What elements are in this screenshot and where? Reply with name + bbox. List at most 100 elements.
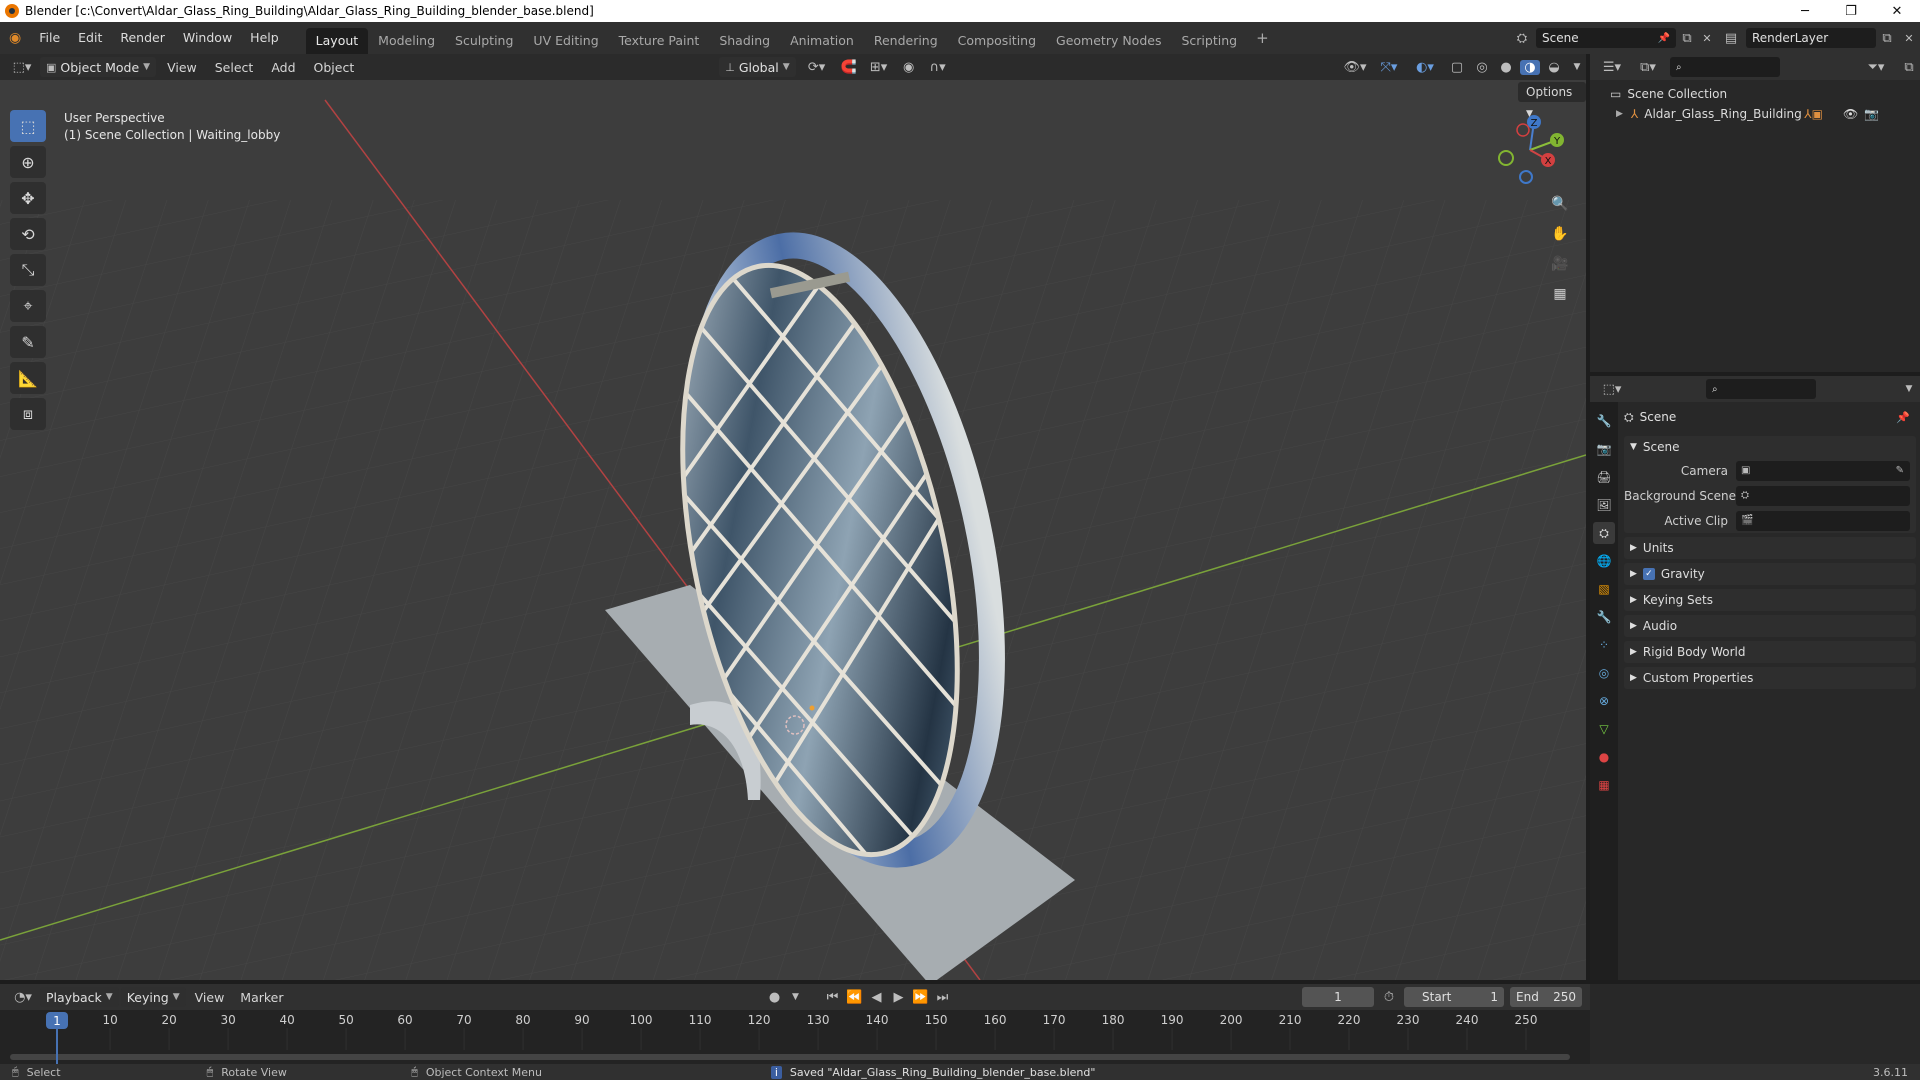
stopwatch-icon[interactable]: ⏱ (1376, 990, 1402, 1005)
menu-add[interactable]: Add (264, 60, 302, 75)
timeline-marker-menu[interactable]: Marker (233, 990, 290, 1005)
eyedropper-icon[interactable]: ✎ (1896, 465, 1904, 476)
physics-tab-icon[interactable]: ◎ (1593, 662, 1615, 684)
workspace-tab-compositing[interactable]: Compositing (948, 28, 1046, 54)
custom-properties-panel[interactable]: ▶ Custom Properties (1624, 667, 1916, 689)
view-layer-tab-icon[interactable]: 🖼 (1593, 494, 1615, 516)
measure-tool[interactable]: 📐 (10, 362, 46, 394)
editor-type-icon[interactable]: ⬚▾ (8, 60, 36, 75)
tool-tab-icon[interactable]: 🔧 (1593, 410, 1615, 432)
gravity-panel[interactable]: ▶ ✓ Gravity (1624, 563, 1916, 585)
options-button[interactable]: Options ▼ (1518, 82, 1586, 119)
record-icon[interactable]: ● (765, 990, 785, 1005)
transform-orientation-dropdown[interactable]: ⊥ Global ▼ (719, 57, 796, 77)
workspace-tab-geometry-nodes[interactable]: Geometry Nodes (1046, 28, 1171, 54)
render-tab-icon[interactable]: 📷 (1593, 438, 1615, 460)
scene-selector[interactable]: Scene 📌 (1536, 28, 1676, 48)
viewport-scene[interactable] (0, 80, 1586, 980)
camera-view-icon[interactable]: 🎥 (1548, 252, 1572, 276)
workspace-tab-scripting[interactable]: Scripting (1171, 28, 1247, 54)
jump-start-icon[interactable]: ⏮ (823, 990, 843, 1005)
filter-icon[interactable]: ⏷▾ (1862, 60, 1890, 75)
shading-options-icon[interactable]: ▼ (1568, 62, 1586, 72)
jump-end-icon[interactable]: ⏭ (933, 990, 953, 1005)
menu-edit[interactable]: Edit (69, 22, 111, 54)
pin-icon[interactable]: 📌 (1896, 411, 1910, 424)
playback-dropdown[interactable]: Playback ▼ (40, 987, 119, 1007)
overlay-toggle-icon[interactable]: ◐▾ (1408, 60, 1442, 75)
properties-search-input[interactable]: ⌕ (1706, 379, 1816, 399)
start-frame-field[interactable]: Start 1 (1404, 987, 1504, 1007)
play-reverse-icon[interactable]: ◀ (867, 990, 887, 1005)
keying-sets-panel[interactable]: ▶ Keying Sets (1624, 589, 1916, 611)
outliner-row-item[interactable]: ▶ ⅄ Aldar_Glass_Ring_Building ⅄▣ 👁 📷 (1590, 104, 1920, 124)
background-scene-field[interactable]: ⛭ (1736, 485, 1910, 506)
falloff-icon[interactable]: ∩▾ (924, 60, 952, 75)
outliner-editor-icon[interactable]: ☰▾ (1598, 60, 1626, 75)
record-options-icon[interactable]: ▼ (787, 992, 805, 1002)
gravity-checkbox[interactable]: ✓ (1642, 568, 1655, 580)
play-icon[interactable]: ▶ (889, 990, 909, 1005)
navigation-gizmo[interactable]: Z Y X (1490, 110, 1570, 190)
menu-help[interactable]: Help (241, 22, 288, 54)
transform-tool[interactable]: ⌖ (10, 290, 46, 322)
menu-window[interactable]: Window (174, 22, 241, 54)
expand-arrow-icon[interactable]: ▶ (1616, 109, 1623, 119)
menu-select[interactable]: Select (208, 60, 261, 75)
workspace-tab-uv-editing[interactable]: UV Editing (523, 28, 608, 54)
camera-field[interactable]: ▣ ✎ (1736, 460, 1910, 481)
workspace-tab-layout[interactable]: Layout (305, 28, 369, 54)
scene-icon[interactable]: ⛭ (1508, 31, 1536, 46)
close-button[interactable]: ✕ (1874, 0, 1920, 22)
material-tab-icon[interactable]: ● (1593, 746, 1615, 768)
cursor-tool[interactable]: ⊕ (10, 146, 46, 178)
workspace-tab-modeling[interactable]: Modeling (368, 28, 445, 54)
gizmo-neg-x-ball[interactable] (1516, 123, 1530, 137)
snap-target-icon[interactable]: ⊞▾ (864, 60, 894, 75)
timeline-frames[interactable]: 10 20 30 40 50 60 70 80 90 100 110 120 130 140 150 160 1… (0, 1010, 1590, 1064)
eye-icon[interactable]: 👁 (1843, 107, 1858, 121)
annotate-tool[interactable]: ✎ (10, 326, 46, 358)
move-tool[interactable]: ✥ (10, 182, 46, 214)
outliner-search-input[interactable]: ⌕ (1670, 57, 1780, 77)
audio-panel[interactable]: ▶ Audio (1624, 615, 1916, 637)
timeline-view-menu[interactable]: View (188, 990, 232, 1005)
keying-dropdown[interactable]: Keying ▼ (120, 987, 186, 1007)
scene-panel-header[interactable]: ▼ Scene (1624, 436, 1916, 458)
add-cube-tool[interactable]: ⧈ (10, 398, 46, 430)
select-box-tool[interactable]: ⬚ (10, 110, 46, 142)
mode-dropdown[interactable]: ▣ Object Mode ▼ (40, 57, 157, 77)
add-workspace-button[interactable]: + (1247, 22, 1278, 54)
menu-file[interactable]: File (30, 22, 69, 54)
renderlayer-selector[interactable]: RenderLayer (1746, 28, 1876, 48)
scene-tab-icon[interactable]: ⛭ (1593, 522, 1615, 544)
workspace-tab-texture-paint[interactable]: Texture Paint (609, 28, 710, 54)
workspace-tab-sculpting[interactable]: Sculpting (445, 28, 523, 54)
new-renderlayer-icon[interactable]: ⧉ (1876, 31, 1898, 46)
rendered-shading-icon[interactable]: ◒ (1544, 60, 1564, 75)
ortho-grid-icon[interactable]: ▦ (1548, 282, 1572, 306)
timeline-scrollbar[interactable] (10, 1054, 1570, 1060)
renderlayer-icon[interactable]: ▤ (1716, 31, 1746, 46)
menu-render[interactable]: Render (111, 22, 174, 54)
new-collection-icon[interactable]: ⧉ (1898, 60, 1920, 75)
properties-options-icon[interactable]: ▼ (1898, 384, 1920, 394)
modifier-tab-icon[interactable]: 🔧 (1593, 606, 1615, 628)
next-keyframe-icon[interactable]: ⏩ (911, 990, 931, 1005)
snap-icon[interactable]: 🧲 (838, 60, 860, 75)
delete-renderlayer-icon[interactable]: ✕ (1898, 32, 1920, 45)
gizmo-toggle-icon[interactable]: ⤧▾ (1374, 60, 1404, 75)
visibility-icon[interactable]: 👁▾ (1340, 60, 1370, 75)
data-tab-icon[interactable]: ▽ (1593, 718, 1615, 740)
render-camera-icon[interactable]: 📷 (1864, 107, 1879, 121)
texture-tab-icon[interactable]: ▦ (1593, 774, 1615, 796)
wireframe-shading-icon[interactable]: ◎ (1472, 60, 1492, 75)
pivot-point-icon[interactable]: ⟳▾ (800, 60, 834, 75)
menu-view[interactable]: View (160, 60, 204, 75)
new-scene-icon[interactable]: ⧉ (1676, 31, 1698, 46)
current-frame-field[interactable]: 1 (1302, 987, 1374, 1007)
rigid-body-world-panel[interactable]: ▶ Rigid Body World (1624, 641, 1916, 663)
properties-editor-icon[interactable]: ⬚▾ (1598, 382, 1626, 397)
world-tab-icon[interactable]: 🌐 (1593, 550, 1615, 572)
blender-menu-icon[interactable]: ◉ (0, 22, 30, 54)
